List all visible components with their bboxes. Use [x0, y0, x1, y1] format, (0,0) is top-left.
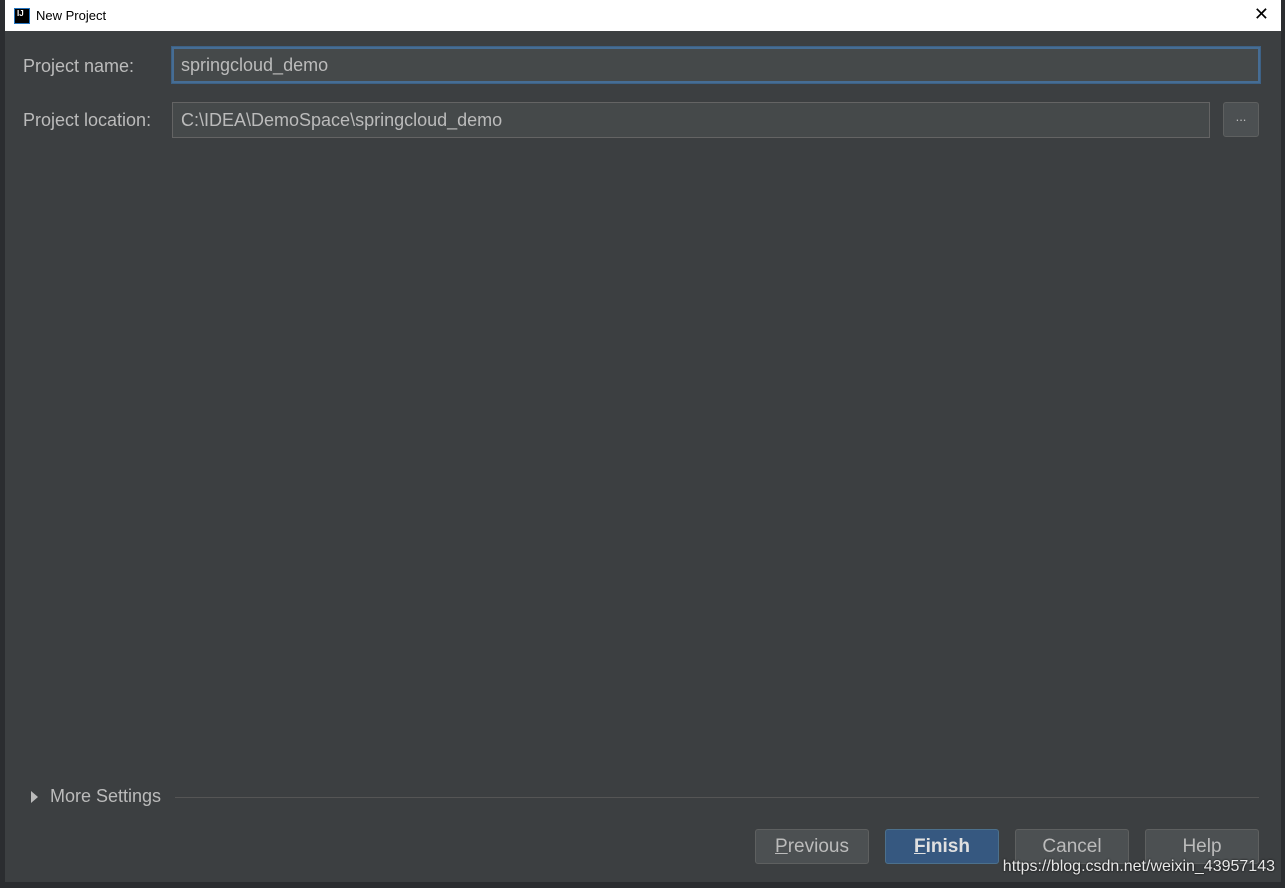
more-settings-toggle[interactable]: More Settings — [31, 786, 161, 807]
window-title: New Project — [36, 8, 107, 23]
finish-button[interactable]: Finish — [885, 829, 999, 864]
expand-triangle-icon — [31, 790, 38, 803]
watermark: https://blog.csdn.net/weixin_43957143 — [1002, 858, 1275, 875]
previous-button[interactable]: Previous — [755, 829, 869, 864]
project-name-label: Project name: — [23, 56, 135, 76]
project-name-input[interactable] — [172, 47, 1260, 83]
button-label: revious — [787, 836, 849, 857]
button-label: inish — [925, 836, 970, 857]
new-project-dialog: IJ New Project ✕ Project name: Project l… — [5, 0, 1281, 882]
project-location-input[interactable] — [172, 102, 1210, 138]
title-bar: IJ New Project ✕ — [5, 0, 1281, 31]
intellij-logo-icon: IJ — [14, 7, 30, 24]
mnemonic: F — [914, 836, 926, 857]
more-settings-label: More Settings — [50, 786, 162, 806]
project-location-label: Project location: — [23, 110, 152, 130]
close-icon[interactable]: ✕ — [1254, 4, 1269, 25]
separator — [175, 797, 1259, 798]
browse-button[interactable]: ... — [1223, 102, 1259, 137]
mnemonic: P — [775, 836, 788, 857]
